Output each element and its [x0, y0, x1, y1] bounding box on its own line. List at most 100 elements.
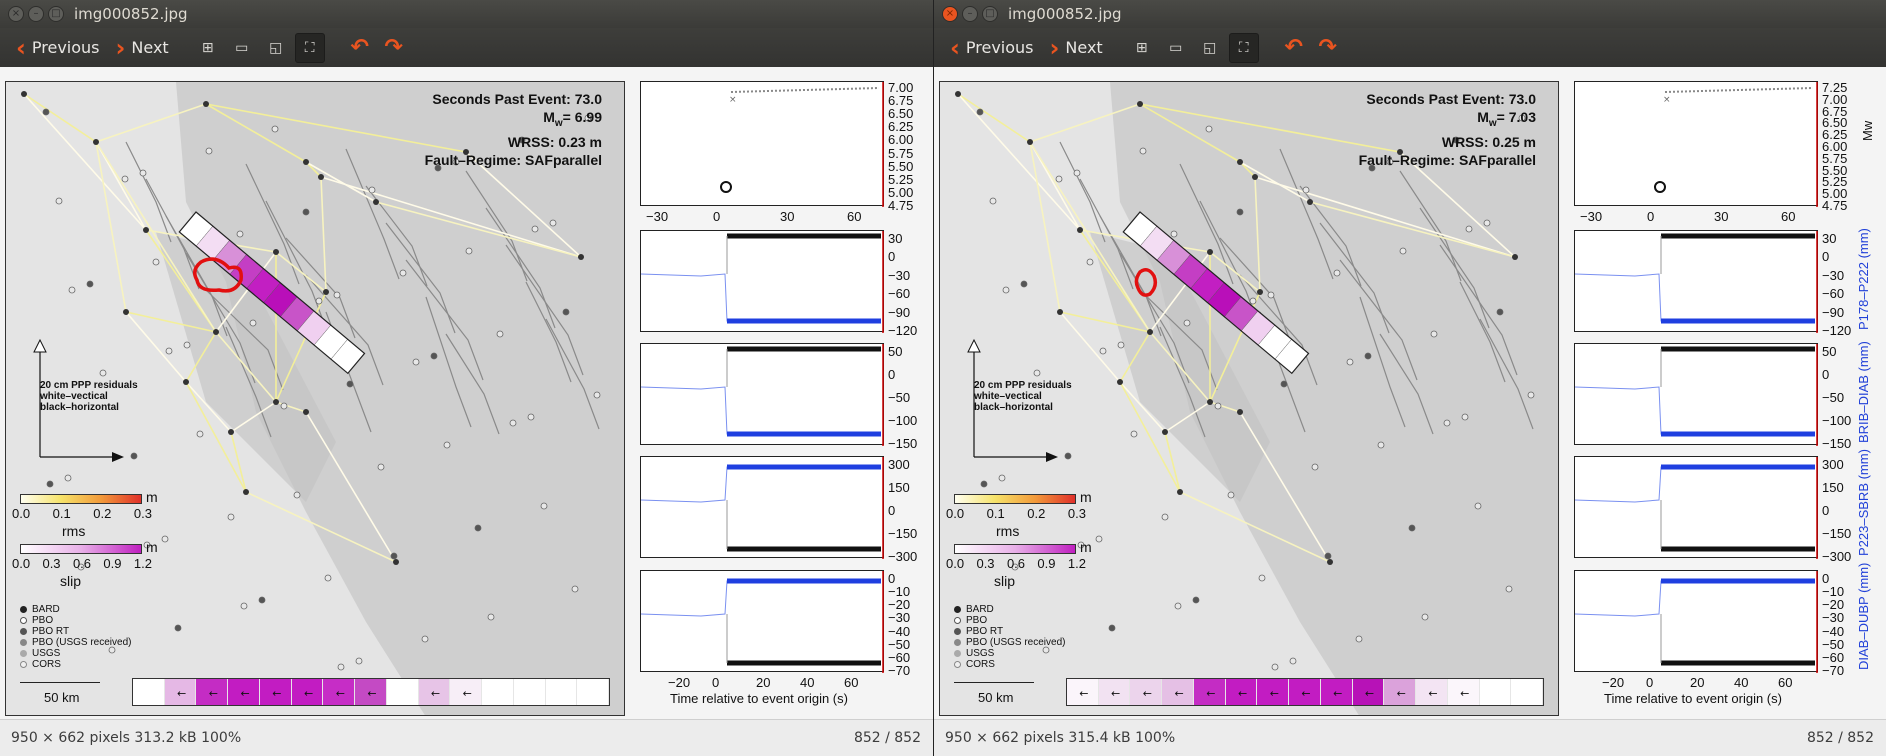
maximize-button[interactable]: □ [982, 6, 998, 22]
y-tick: 0 [1822, 503, 1830, 518]
y-tick: −50 [1822, 636, 1845, 652]
zoom-in-icon[interactable]: ⊞ [1127, 33, 1157, 63]
svg-text:×: × [729, 95, 737, 105]
y-tick: −150 [1822, 526, 1852, 541]
chevron-right-icon: › [1049, 33, 1060, 62]
close-button[interactable]: × [942, 6, 958, 22]
cors-marker [954, 661, 961, 668]
mw-tick: 4.75 [1822, 198, 1848, 213]
mw-sub: w [1488, 117, 1497, 129]
chevron-right-icon: › [115, 33, 126, 62]
chevron-left-icon: ‹ [16, 33, 26, 62]
rms-tick: 0.0 [12, 506, 31, 521]
previous-button[interactable]: ‹ Previous [8, 33, 108, 63]
rotate-left-icon[interactable]: ↶ [345, 33, 375, 63]
magnitude-line: Mw= 6.99 [425, 108, 602, 133]
slip-cell [545, 679, 578, 705]
window-title: img000852.jpg [74, 5, 188, 23]
slip-unit: m [1080, 539, 1092, 555]
close-button[interactable]: × [8, 6, 24, 22]
window-title: img000852.jpg [1008, 5, 1122, 23]
slip-cell: ← [291, 679, 324, 705]
legend-entry: BARD [32, 604, 60, 615]
previous-button[interactable]: ‹ Previous [942, 33, 1042, 63]
slip-cell [386, 679, 419, 705]
best-fit-icon[interactable]: ◱ [1195, 33, 1225, 63]
minimize-button[interactable]: – [28, 6, 44, 22]
rotate-right-icon[interactable]: ↷ [1313, 33, 1343, 63]
magnitude-plot: × [1654, 82, 1818, 207]
toolbar: ‹ Previous › Next ⊞ ▭ ◱ ⛶ ↶ ↷ [934, 28, 1886, 67]
slip-cell [1479, 679, 1512, 705]
minimize-button[interactable]: – [962, 6, 978, 22]
mw-prefix: M [1477, 109, 1489, 125]
normal-size-icon[interactable]: ⛶ [294, 32, 325, 63]
top-x-tick: 60 [847, 209, 862, 224]
bottom-x-tick: 40 [1734, 675, 1749, 690]
y-tick: −90 [1822, 304, 1845, 320]
rms-label: rms [62, 523, 86, 539]
rms-colorbar [20, 494, 142, 504]
y-tick: −50 [1822, 390, 1845, 405]
scale-bar [954, 682, 1034, 683]
y-tick: 150 [888, 480, 910, 495]
time-axis-label: Time relative to event origin (s) [1604, 691, 1782, 706]
slip-tick: 0.0 [12, 556, 31, 571]
maximize-button[interactable]: □ [48, 6, 64, 22]
normal-size-icon[interactable]: ⛶ [1228, 32, 1259, 63]
mw-tick: 5.75 [888, 145, 914, 161]
timeseries-plot [641, 344, 884, 446]
series-axis-label: P178–P222 (mm) [1856, 228, 1871, 330]
y-tick: −60 [888, 286, 911, 302]
cors-marker [20, 661, 27, 668]
rms-unit: m [146, 489, 158, 505]
top-x-tick: 30 [780, 209, 795, 224]
legend-entry: PBO [32, 615, 54, 626]
bard-marker [20, 606, 27, 613]
legend-entry: PBO [966, 615, 988, 626]
residual-legend-line: 20 cm PPP residuals [974, 380, 1072, 391]
mw-tick: 4.75 [888, 198, 914, 213]
zoom-in-icon[interactable]: ⊞ [193, 33, 223, 63]
rms-tick: 0.3 [1067, 506, 1086, 521]
top-x-tick: 30 [1714, 209, 1729, 224]
mw-tick: 5.50 [888, 158, 914, 174]
timeseries-plot [1575, 571, 1818, 673]
timeseries-panel-3 [640, 456, 884, 559]
rms-ticks: 0.0 0.1 0.2 0.3 [946, 506, 1086, 521]
zoom-out-icon[interactable]: ▭ [227, 33, 257, 63]
zoom-out-icon[interactable]: ▭ [1161, 33, 1191, 63]
next-button[interactable]: › Next [108, 33, 177, 63]
wrss-value: WRSS: 0.23 m [507, 133, 602, 150]
chevron-left-icon: ‹ [950, 33, 960, 62]
fault-regime: Fault–Regime: SAFparallel [424, 151, 602, 168]
series-axis-label: BRIB–DIAB (mm) [1856, 341, 1871, 443]
slip-strip: ← ← ← ← ← ← ← ← ← ← ← ← ← [1066, 678, 1544, 706]
image-info: 950 × 662 pixels 313.2 kB 100% [11, 730, 242, 746]
y-tick: −300 [1822, 549, 1852, 564]
y-tick: −30 [888, 267, 911, 283]
y-tick: 300 [888, 457, 910, 472]
station-legend: BARD PBO PBO RT PBO (USGS received) USGS… [20, 604, 131, 670]
status-bar: 950 × 662 pixels 315.4 kB 100% 852 / 852 [934, 719, 1886, 756]
next-button[interactable]: › Next [1042, 33, 1111, 63]
residual-legend-line: black–horizontal [40, 402, 119, 413]
pbo-rt-marker [954, 628, 961, 635]
y-tick: 30 [1822, 231, 1837, 246]
next-label: Next [1065, 38, 1103, 57]
mw-tick: 6.00 [888, 132, 914, 148]
y-tick: 0 [1822, 571, 1830, 586]
slip-unit: m [146, 539, 158, 555]
rms-tick: 0.2 [93, 506, 112, 521]
legend-entry: PBO (USGS received) [32, 637, 132, 648]
rotate-right-icon[interactable]: ↷ [379, 33, 409, 63]
y-tick: 0 [888, 571, 896, 586]
image-counter: 852 / 852 [853, 730, 921, 746]
rotate-left-icon[interactable]: ↶ [1279, 33, 1309, 63]
y-tick: −70 [1822, 663, 1845, 678]
slip-tick: 1.2 [1067, 556, 1086, 571]
best-fit-icon[interactable]: ◱ [261, 33, 291, 63]
residual-legend-line: white–vectical [974, 391, 1042, 402]
seconds-past-event: Seconds Past Event: 73.0 [432, 91, 602, 107]
y-tick: −150 [888, 526, 918, 541]
